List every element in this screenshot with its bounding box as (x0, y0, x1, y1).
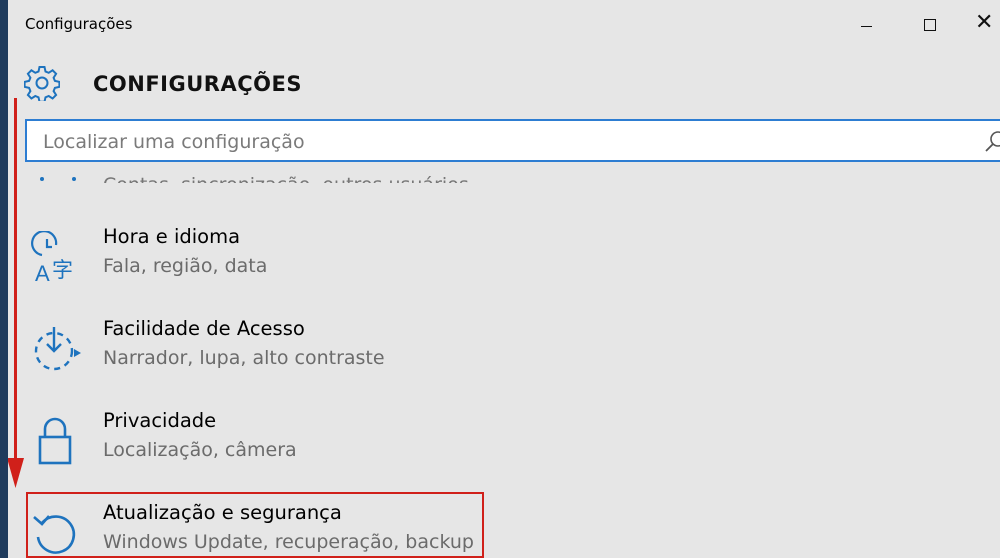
ease-of-access-icon (34, 327, 81, 371)
gear-icon (24, 66, 60, 101)
svg-text:A: A (35, 261, 50, 283)
search-box[interactable] (25, 119, 1000, 162)
close-icon: ✕ (975, 10, 994, 35)
list-item-desc: Fala, região, data (103, 255, 268, 277)
list-item-desc: Narrador, lupa, alto contraste (103, 347, 385, 369)
close-button[interactable]: ✕ (959, 0, 1000, 50)
settings-window: Configurações ✕ CONFIGURAÇÕES Contas, si… (8, 0, 1000, 558)
annotation-highlight-box (26, 492, 484, 558)
list-item-desc: Contas, sincronização, outros usuários (103, 163, 469, 183)
list-item-label: Privacidade (103, 409, 217, 432)
accounts-icon (40, 177, 76, 181)
svg-text:字: 字 (52, 258, 73, 282)
window-title: Configurações (25, 15, 133, 33)
list-item-desc: Localização, câmera (103, 439, 297, 461)
list-item-label: Hora e idioma (103, 225, 241, 248)
list-item-ease-of-access[interactable]: Facilidade de Acesso Narrador, lupa, alt… (8, 317, 488, 387)
list-item-privacy[interactable]: Privacidade Localização, câmera (8, 409, 488, 479)
title-bar: Configurações ✕ (8, 0, 1000, 50)
search-icon[interactable] (983, 129, 1000, 155)
list-item-label: Facilidade de Acesso (103, 317, 305, 340)
minimize-button[interactable] (844, 0, 890, 50)
page-header: CONFIGURAÇÕES (8, 60, 908, 108)
time-language-icon: A 字 (31, 231, 73, 283)
search-input[interactable] (41, 127, 945, 157)
maximize-button[interactable] (907, 0, 953, 50)
page-title: CONFIGURAÇÕES (93, 72, 302, 96)
lock-icon (38, 417, 72, 465)
list-item-time-language[interactable]: A 字 Hora e idioma Fala, região, data (8, 225, 488, 295)
